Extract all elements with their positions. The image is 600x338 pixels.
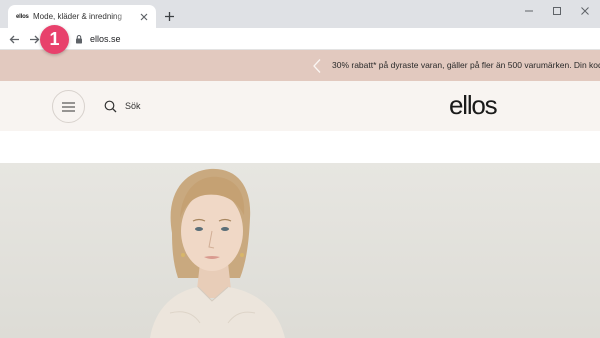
browser-tab-strip: ellos Mode, kläder & inredning [0, 0, 600, 28]
maximize-icon [553, 7, 561, 15]
lock-icon [76, 35, 82, 44]
new-tab-button[interactable] [161, 8, 177, 24]
hamburger-icon [62, 101, 75, 112]
browser-toolbar: ellos.se [0, 28, 600, 50]
tab-title: Mode, kläder & inredning [33, 12, 122, 21]
close-icon [581, 7, 589, 15]
menu-button[interactable] [52, 90, 85, 123]
model-photo [150, 168, 285, 338]
maximize-button[interactable] [548, 4, 566, 18]
hero-image[interactable] [0, 163, 600, 338]
minimize-button[interactable] [520, 4, 538, 18]
search-button[interactable]: Sök [104, 97, 141, 115]
promo-banner[interactable]: 30% rabatt* på dyraste varan, gäller på … [0, 50, 600, 81]
promo-text: 30% rabatt* på dyraste varan, gäller på … [332, 60, 600, 70]
search-label: Sök [125, 101, 141, 111]
close-window-button[interactable] [576, 4, 594, 18]
plus-icon [164, 11, 174, 21]
close-icon[interactable] [138, 11, 150, 23]
url-text: ellos.se [90, 34, 121, 44]
tag-icon [313, 59, 321, 73]
site-header: Sök ellos [0, 81, 600, 131]
favicon-icon: ellos [16, 13, 29, 20]
ellos-logo[interactable]: ellos [449, 90, 498, 121]
browser-tab[interactable]: ellos Mode, kläder & inredning [8, 5, 156, 28]
arrow-right-icon [29, 35, 39, 43]
step-callout-badge: 1 [40, 25, 69, 54]
arrow-left-icon [9, 35, 19, 43]
back-button[interactable] [6, 31, 22, 47]
address-bar[interactable]: ellos.se [74, 30, 592, 48]
search-icon [104, 100, 117, 112]
minimize-icon [525, 10, 533, 12]
